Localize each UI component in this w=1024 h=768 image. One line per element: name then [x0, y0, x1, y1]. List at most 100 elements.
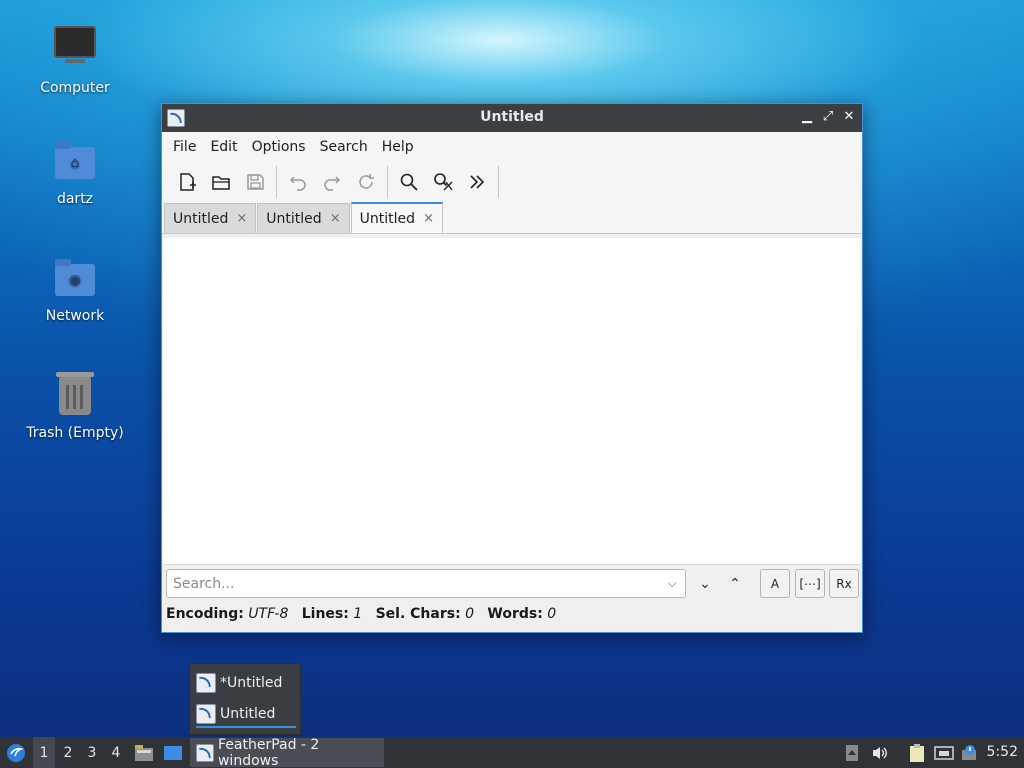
- arrow-up-icon: [846, 744, 858, 761]
- menu-help[interactable]: Help: [375, 139, 421, 155]
- menu-file[interactable]: File: [166, 139, 203, 155]
- menu-search[interactable]: Search: [313, 139, 375, 155]
- featherpad-icon: [196, 704, 216, 724]
- task-window-list-popup: *Untitled Untitled: [189, 663, 301, 735]
- redo-button[interactable]: [315, 166, 349, 198]
- popup-window-untitled[interactable]: Untitled: [196, 702, 296, 728]
- whole-word-button[interactable]: [⋯]: [795, 569, 825, 598]
- volume-button[interactable]: [868, 737, 892, 768]
- network-folder-icon: ◉: [51, 254, 99, 302]
- search-history-dropdown[interactable]: ⌵: [665, 576, 679, 590]
- find-previous-button[interactable]: ⌃: [721, 569, 749, 598]
- undo-button[interactable]: [281, 166, 315, 198]
- workspace-3[interactable]: 3: [81, 737, 103, 768]
- workspace-1[interactable]: 1: [33, 737, 55, 768]
- menu-bar: File Edit Options Search Help: [162, 132, 862, 162]
- popup-window-label: *Untitled: [220, 675, 283, 691]
- reload-button[interactable]: [349, 166, 383, 198]
- clock[interactable]: 5:52: [987, 737, 1018, 768]
- taskbar: 1 2 3 4 FeatherPad - 2 windows 5:52: [0, 737, 1024, 768]
- encoding-label: Encoding:: [166, 606, 244, 622]
- open-button[interactable]: [204, 166, 238, 198]
- redo-icon: [324, 176, 341, 191]
- tab-close-icon[interactable]: ×: [423, 211, 434, 226]
- desktop-icon-label: Network: [45, 308, 105, 324]
- more-icon: [470, 175, 485, 189]
- maximize-button[interactable]: ⤢: [819, 108, 837, 126]
- notification-icon: [962, 744, 976, 760]
- lines-label: Lines:: [301, 606, 349, 622]
- tab-untitled-1[interactable]: Untitled ×: [164, 203, 257, 233]
- toolbar-separator: [387, 166, 388, 198]
- popup-window-untitled-modified[interactable]: *Untitled: [196, 670, 296, 696]
- window-title: Untitled: [480, 109, 544, 125]
- save-icon: [247, 174, 264, 190]
- lubuntu-logo-icon: [7, 743, 25, 762]
- replace-button[interactable]: [426, 166, 460, 198]
- desktop-icon-network[interactable]: ◉ Network: [20, 254, 130, 324]
- network-button[interactable]: [932, 737, 956, 768]
- find-button[interactable]: [392, 166, 426, 198]
- toolbar: [162, 162, 862, 202]
- search-input[interactable]: [166, 569, 686, 598]
- computer-icon: [51, 26, 99, 74]
- desktop-icon: [164, 745, 182, 760]
- search-bar: ⌵ ⌄ ⌃ A [⋯] Rx: [165, 568, 861, 600]
- status-bar: Encoding: UTF-8 Lines: 1 Sel. Chars: 0 W…: [166, 606, 556, 626]
- featherpad-icon: [196, 743, 214, 762]
- tab-label: Untitled: [266, 210, 322, 227]
- text-editor[interactable]: [163, 238, 861, 565]
- tab-label: Untitled: [173, 210, 229, 227]
- tab-close-icon[interactable]: ×: [236, 211, 247, 226]
- reload-icon: [359, 174, 374, 189]
- open-folder-icon: [212, 176, 230, 190]
- desktop-icon-home[interactable]: ⌂ dartz: [20, 137, 130, 207]
- taskbar-featherpad-group[interactable]: FeatherPad - 2 windows: [190, 737, 384, 768]
- find-next-button[interactable]: ⌄: [691, 569, 719, 598]
- sel-chars-label: Sel. Chars:: [375, 606, 461, 622]
- start-menu-button[interactable]: [2, 737, 30, 768]
- menu-edit[interactable]: Edit: [203, 139, 244, 155]
- clipboard-button[interactable]: [905, 737, 929, 768]
- tab-bar: Untitled × Untitled × Untitled ×: [162, 202, 862, 234]
- desktop-icon-label: dartz: [56, 191, 94, 207]
- toolbar-separator: [276, 166, 277, 198]
- replace-icon: [434, 173, 453, 191]
- volume-icon: [873, 746, 887, 759]
- close-button[interactable]: ✕: [840, 108, 858, 126]
- undo-icon: [289, 176, 306, 191]
- workspace-4[interactable]: 4: [105, 737, 127, 768]
- home-folder-icon: ⌂: [51, 137, 99, 185]
- tab-untitled-3[interactable]: Untitled ×: [350, 202, 443, 233]
- clipboard-icon: [910, 743, 924, 762]
- network-icon: [934, 745, 954, 760]
- trash-icon: [51, 371, 99, 419]
- words-label: Words:: [487, 606, 543, 622]
- lines-value: 1: [353, 606, 363, 622]
- desktop-icon-computer[interactable]: Computer: [20, 20, 130, 96]
- title-bar[interactable]: Untitled ▁ ⤢ ✕: [162, 104, 862, 132]
- desktop-icon-trash[interactable]: Trash (Empty): [20, 371, 130, 441]
- update-notifier-button[interactable]: [958, 737, 980, 768]
- workspace-2[interactable]: 2: [57, 737, 79, 768]
- toolbar-separator: [498, 166, 499, 198]
- tab-close-icon[interactable]: ×: [330, 211, 341, 226]
- tray-up-arrow[interactable]: [843, 737, 861, 768]
- file-manager-launcher[interactable]: [132, 737, 156, 768]
- words-value: 0: [547, 606, 557, 622]
- show-desktop-button[interactable]: [160, 737, 186, 768]
- minimize-button[interactable]: ▁: [798, 108, 816, 126]
- desktop-icon-label: Computer: [40, 80, 110, 96]
- tab-untitled-2[interactable]: Untitled ×: [257, 203, 350, 233]
- find-icon: [400, 173, 418, 191]
- menu-options[interactable]: Options: [245, 139, 313, 155]
- save-button[interactable]: [238, 166, 272, 198]
- regex-button[interactable]: Rx: [829, 569, 859, 598]
- file-manager-icon: [135, 744, 153, 761]
- more-button[interactable]: [460, 166, 494, 198]
- desktop-icon-label: Trash (Empty): [26, 425, 124, 441]
- new-document-button[interactable]: [170, 166, 204, 198]
- encoding-value[interactable]: UTF-8: [248, 606, 288, 622]
- featherpad-icon: [196, 673, 216, 693]
- match-case-button[interactable]: A: [760, 569, 790, 598]
